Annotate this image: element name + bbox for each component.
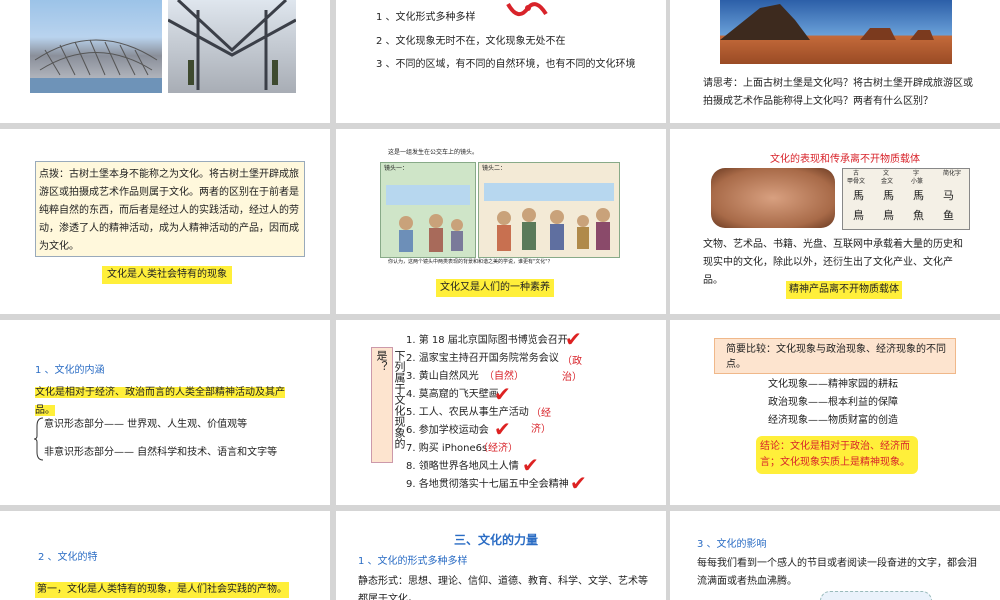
slide-1[interactable] <box>0 0 330 123</box>
slide-2[interactable]: 1 、文化形式多种多样 2 、文化现象无时不在，文化现象无处不在 3 、不同的区… <box>336 0 666 123</box>
check-mark-icon: ✔ <box>570 471 587 495</box>
script-r2c1: 鳥 <box>853 209 864 222</box>
slide2-item-3: 3 、不同的区域，有不同的自然环境，也有不同的文化环境 <box>376 59 636 70</box>
slide3-question: 请思考：上面古树土堡是文化吗？将古树土堡开辟成旅游区或拍摄成艺术作品能称得上文化… <box>703 78 973 107</box>
bus-frame-1-label: 镜头一： <box>384 165 409 172</box>
slide8-item-4: 4. 莫高窟的飞天壁画 <box>406 389 499 400</box>
slide8-item-7: 7. 购买 iPhone6s <box>406 443 488 454</box>
slide11-sub: 1 、文化的形式多种多样 <box>358 556 468 567</box>
script-header-3: 字 <box>913 170 920 177</box>
slide-6[interactable]: 文化的表现和传承离不开物质载体 古 文 字 简化字 甲骨文 金文 小篆 馬 馬 … <box>670 129 1000 314</box>
script-sub-1: 甲骨文 <box>847 178 866 185</box>
script-r2c4: 鱼 <box>943 209 954 222</box>
script-header-4: 简化字 <box>943 170 962 177</box>
slide9-conclusion: 结论：文化是相对于政治、经济而言；文化现象实质上是精神现象。 <box>760 441 910 468</box>
slide4-note: 点拨：古树土堡本身不能称之为文化。将古树土堡开辟成旅游区或拍摄成艺术作品则属于文… <box>39 169 299 252</box>
bus-comic-frame-2 <box>478 162 620 258</box>
slide7-definition: 文化是相对于经济、政治而言的人类全部精神活动及其产品。 <box>35 384 303 420</box>
slide6-title: 文化的表现和传承离不开物质载体 <box>770 154 920 165</box>
slide10-point: 第一，文化是人类特有的现象，是人们社会实践的产物。 <box>35 582 289 598</box>
slide8-note-zhengzhi: （政治） <box>562 356 582 383</box>
script-r2c2: 鳥 <box>883 209 894 222</box>
script-r1c3: 馬 <box>913 189 924 202</box>
slide-7[interactable]: 1 、文化的内涵 文化是相对于经济、政治而言的人类全部精神活动及其产品。 意识形… <box>0 320 330 505</box>
slide8-item-6: 6. 参加学校运动会 <box>406 425 489 436</box>
desert-mesa-photo <box>720 0 952 64</box>
slide-5[interactable]: 这是一组发生在公交车上的镜头。 镜头一： 镜头二： 你认为，这两个镜头中两类表现… <box>336 129 666 314</box>
slide5-conclusion: 文化又是人们的一种素养 <box>436 279 554 297</box>
slide-3[interactable]: 请思考：上面古树土堡是文化吗？将古树土堡开辟成旅游区或拍摄成艺术作品能称得上文化… <box>670 0 1000 123</box>
paper-cut-dragon-icon <box>506 0 548 22</box>
slide12-heading: 3 、文化的影响 <box>697 539 767 550</box>
slide2-item-1: 1 、文化形式多种多样 <box>376 12 476 23</box>
birds-nest-stadium-photo <box>30 0 162 93</box>
slide-11[interactable]: 三、文化的力量 1 、文化的形式多种多样 静态形式：思想、理论、信仰、道德、教育… <box>336 511 666 600</box>
oracle-bone-photo <box>711 168 835 228</box>
script-sub-2: 金文 <box>881 178 894 185</box>
slide-4[interactable]: 点拨：古树土堡本身不能称之为文化。将古树土堡开辟成旅游区或拍摄成艺术作品则属于文… <box>0 129 330 314</box>
slide11-body: 静态形式：思想、理论、信仰、道德、教育、科学、文学、艺术等都属于文化。 <box>358 576 648 600</box>
slide8-item-9: 9. 各地贯彻落实十七届五中全会精神 <box>406 479 569 490</box>
check-mark-icon: ✔ <box>522 453 539 477</box>
slide7-definition-text: 文化是相对于经济、政治而言的人类全部精神活动及其产品。 <box>35 387 285 416</box>
check-mark-icon: ✔ <box>494 417 511 441</box>
script-sub-3: 小篆 <box>911 178 924 185</box>
slide8-item-8: 8. 领略世界各地风土人情 <box>406 461 519 472</box>
slide9-line-2: 政治现象——根本利益的保障 <box>768 397 898 408</box>
iron-bridge-photo <box>167 0 297 93</box>
slide8-note-jingji-2: （经济） <box>478 443 518 454</box>
script-r1c2: 馬 <box>883 189 894 202</box>
slide8-item-1: 1. 第 18 届北京国际图书博览会召开 <box>406 335 568 346</box>
slide11-title: 三、文化的力量 <box>454 533 539 547</box>
slide9-line-3: 经济现象——物质财富的创造 <box>768 415 898 426</box>
slide8-vertical-title: 下列属于文化现象的是？ <box>375 350 406 449</box>
slide8-note-jingji-1: （经济） <box>531 408 551 435</box>
slide2-item-2: 2 、文化现象无时不在，文化现象无处不在 <box>376 36 566 47</box>
script-r1c1: 馬 <box>853 189 864 202</box>
slide9-box-title: 简要比较：文化现象与政治现象、经济现象的不同点。 <box>726 344 946 370</box>
slide-10[interactable]: 2 、文化的特 第一，文化是人类特有的现象，是人们社会实践的产物。 <box>0 511 330 600</box>
bus-frame-2-label: 镜头二： <box>482 165 507 172</box>
slide8-vertical-title-box: 下列属于文化现象的是？ <box>371 347 406 463</box>
bus-top-caption: 这是一组发生在公交车上的镜头。 <box>388 149 479 156</box>
ancient-script-table: 古 文 字 简化字 甲骨文 金文 小篆 馬 馬 馬 马 鳥 鳥 魚 鱼 <box>842 168 970 230</box>
slide7-branch-1: 意识形态部分—— 世界观、人生观、价值观等 <box>44 419 248 430</box>
slide12-body: 每每我们看到一个感人的节目或者阅读一段奋进的文字，都会泪流满面或者热血沸腾。 <box>697 558 977 587</box>
slide7-branch-2: 非意识形态部分—— 自然科学和技术、语言和文字等 <box>44 447 278 458</box>
slide8-item-3: 3. 黄山自然风光 <box>406 371 479 382</box>
slide10-heading: 2 、文化的特 <box>38 552 98 563</box>
slide-8[interactable]: 下列属于文化现象的是？ 1. 第 18 届北京国际图书博览会召开 2. 温家宝主… <box>336 320 666 505</box>
cloud-shape-icon <box>820 591 932 600</box>
slide-12[interactable]: 3 、文化的影响 每每我们看到一个感人的节目或者阅读一段奋进的文字，都会泪流满面… <box>670 511 1000 600</box>
script-header-1: 古 <box>853 170 860 177</box>
slide4-conclusion: 文化是人类社会特有的现象 <box>102 266 232 284</box>
check-mark-icon: ✔ <box>494 382 511 406</box>
slide9-line-1: 文化现象——精神家园的耕耘 <box>768 379 898 390</box>
script-r2c3: 魚 <box>913 209 924 222</box>
slide6-conclusion: 精神产品离不开物质载体 <box>786 281 902 299</box>
slide8-item-2: 2. 温家宝主持召开国务院常务会议 <box>406 353 559 364</box>
script-r1c4: 马 <box>943 189 954 202</box>
slide-9[interactable]: 简要比较：文化现象与政治现象、经济现象的不同点。 文化现象——精神家园的耕耘 政… <box>670 320 1000 505</box>
script-header-2: 文 <box>883 170 890 177</box>
check-mark-icon: ✔ <box>565 327 582 351</box>
bus-bottom-caption: 你认为，这两个镜头中两类表现的背景和和谐之美的学说，谁更有"文化"？ <box>388 259 553 265</box>
bus-comic-frame-1 <box>380 162 476 258</box>
slide7-heading: 1 、文化的内涵 <box>35 365 105 376</box>
